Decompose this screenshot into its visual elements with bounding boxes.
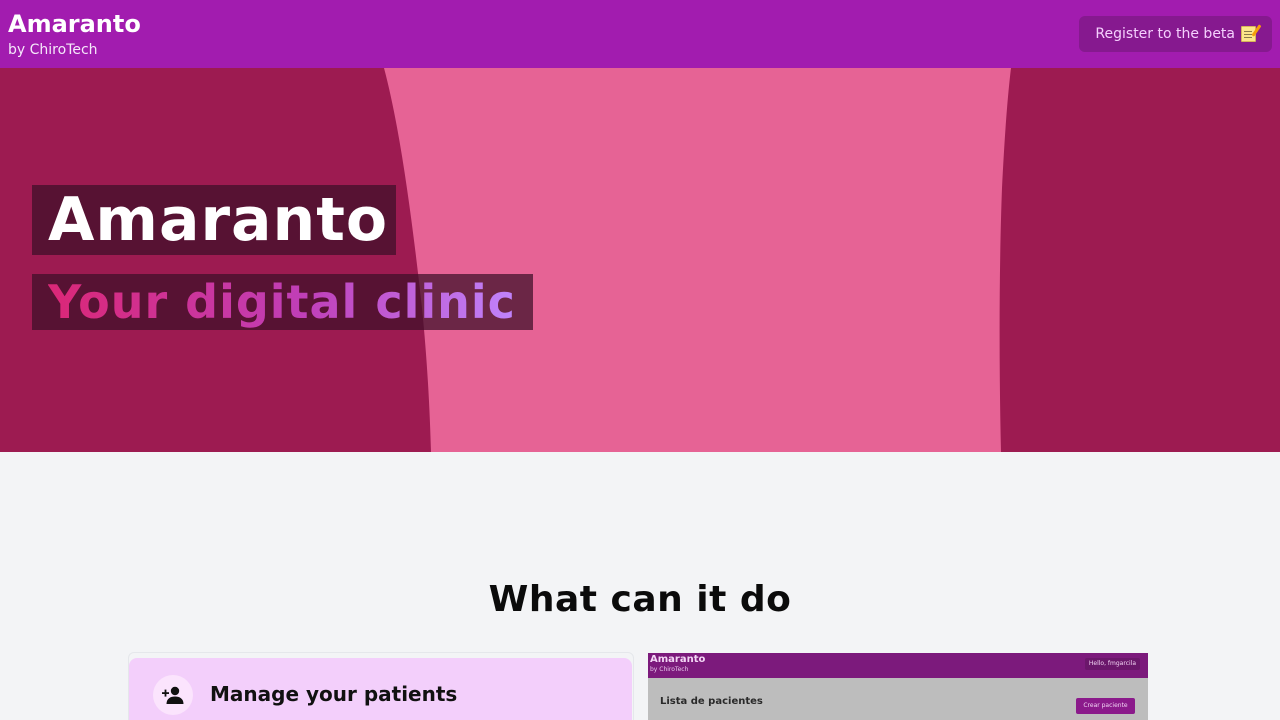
preview-app-name: Amaranto bbox=[650, 654, 706, 665]
preview-list-title: Lista de pacientes bbox=[660, 696, 763, 707]
memo-icon bbox=[1241, 26, 1256, 42]
preview-greeting: Hello, fmgarcila bbox=[1084, 658, 1140, 670]
add-person-icon bbox=[162, 686, 184, 704]
hero-background bbox=[384, 68, 1011, 452]
preview-byline: by ChiroTech bbox=[650, 666, 689, 673]
app-byline: by ChiroTech bbox=[8, 42, 98, 58]
features-heading: What can it do bbox=[488, 579, 792, 620]
register-beta-label: Register to the beta bbox=[1095, 26, 1235, 42]
hero-banner: Amaranto Your digital clinic bbox=[0, 68, 1280, 452]
hero-title: Amaranto bbox=[48, 185, 389, 255]
hero-subtitle: Your digital clinic bbox=[48, 275, 516, 329]
feature-icon-circle bbox=[153, 675, 193, 715]
feature-title: Manage your patients bbox=[210, 682, 458, 706]
hero-stripe bbox=[384, 68, 1011, 452]
app-name[interactable]: Amaranto bbox=[8, 9, 141, 39]
top-navbar: Amaranto by ChiroTech Register to the be… bbox=[0, 0, 1280, 68]
feature-card-manage-patients[interactable]: Manage your patients bbox=[129, 658, 632, 720]
hero-subtitle-box: Your digital clinic bbox=[32, 274, 533, 330]
app-preview-screenshot: Amaranto by ChiroTech Hello, fmgarcila L… bbox=[648, 653, 1148, 720]
register-beta-button[interactable]: Register to the beta bbox=[1079, 16, 1272, 52]
preview-navbar: Amaranto by ChiroTech Hello, fmgarcila bbox=[648, 653, 1148, 678]
preview-create-button: Crear paciente bbox=[1076, 698, 1135, 714]
hero-title-box: Amaranto bbox=[32, 185, 396, 255]
